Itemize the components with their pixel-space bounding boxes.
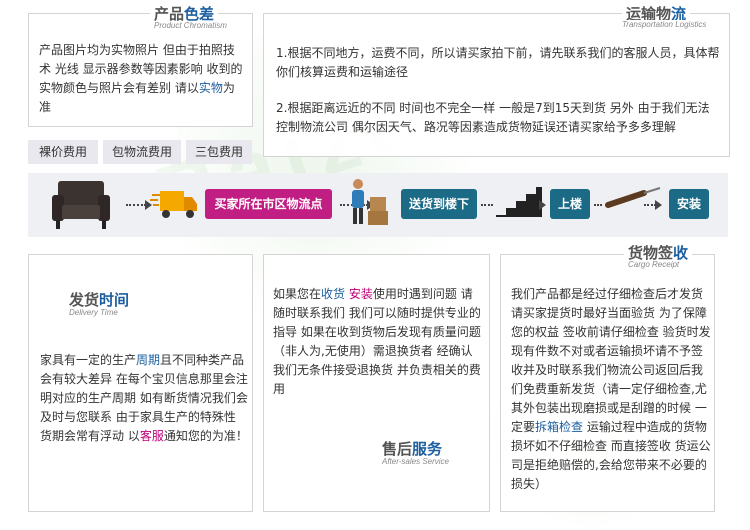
highlight-customer-service: 客服 (139, 429, 164, 443)
flow-arrow-4 (539, 200, 546, 210)
product-color-subtitle: Product Chromatism (150, 21, 231, 30)
highlight-real-item: 实物 (198, 81, 223, 95)
after-sales-text: 如果您在收货 安装使用时遇到问题 请随时联系我们 我们可以随时提供专业的指导 如… (273, 287, 481, 396)
flow-step-deliver-downstairs: 送货到楼下 (401, 189, 477, 219)
transport-subtitle: Transportation Logistics (620, 20, 709, 29)
delivery-time-box: 发货时间 Delivery Time 家具有一定的生产周期且不同种类产品会有较大… (28, 254, 253, 512)
cargo-receipt-box: 我们产品都是经过仔细检查后才发货 请买家提货时最好当面验货 为了保障您的权益 签… (500, 254, 715, 512)
flow-step-logistics-point: 买家所在市区物流点 (205, 189, 332, 219)
delivery-time-title: 发货时间 (69, 291, 130, 309)
delivery-time-subtitle: Delivery Time (69, 308, 118, 317)
flow-connector-5 (594, 204, 602, 208)
transport-box: 1.根据不同地方，运费不同，所以请买家拍下前，请先联系我们的客服人员，具体帮你们… (263, 13, 730, 157)
product-color-text: 产品图片均为实物照片 但由于拍照技术 光线 显示器参数等因素影响 收到的实物颜色… (39, 43, 243, 114)
delivery-flow-band: 买家所在市区物流点 送货到楼下 上楼 安装 (28, 173, 728, 237)
transport-para-1: 1.根据不同地方，运费不同，所以请买家拍下前，请先联系我们的客服人员，具体帮你们… (276, 46, 720, 79)
after-sales-title: 售后服务 (382, 440, 443, 458)
product-color-box: 产品图片均为实物照片 但由于拍照技术 光线 显示器参数等因素影响 收到的实物颜色… (28, 13, 253, 127)
delivery-truck-icon (150, 187, 198, 221)
highlight-cycle: 周期 (136, 353, 161, 367)
courier-icon (346, 175, 392, 231)
highlight-unbox-check: 拆箱检查 (535, 420, 584, 434)
tab-logistics-included[interactable]: 包物流费用 (103, 140, 181, 164)
transport-para-2: 2.根据距离远近的不同 时间也不完全一样 一般是7到15天到货 另外 由于我们无… (276, 101, 710, 134)
highlight-receive: 收货 (321, 287, 346, 301)
highlight-install: 安装 (348, 287, 373, 301)
flow-connector-4 (481, 204, 493, 208)
flow-step-upstairs: 上楼 (550, 189, 590, 219)
tab-three-guarantees[interactable]: 三包费用 (186, 140, 252, 164)
flow-arrow-6 (655, 200, 662, 210)
after-sales-box: 如果您在收货 安装使用时遇到问题 请随时联系我们 我们可以随时提供专业的指导 如… (263, 254, 490, 512)
flow-step-install: 安装 (669, 189, 709, 219)
sofa-icon (50, 177, 112, 233)
stairs-icon (496, 187, 542, 217)
cargo-receipt-text: 我们产品都是经过仔细检查后才发货 请买家提货时最好当面验货 为了保障您的权益 签… (511, 287, 711, 491)
cargo-receipt-subtitle: Cargo Receipt (624, 260, 684, 269)
tab-bare-price[interactable]: 裸价费用 (28, 140, 98, 164)
after-sales-subtitle: After-sales Service (382, 457, 449, 466)
delivery-time-text: 家具有一定的生产周期且不同种类产品会有较大差异 在每个宝贝信息那里会注明对应的生… (40, 353, 248, 443)
flow-connector-1 (126, 204, 146, 208)
